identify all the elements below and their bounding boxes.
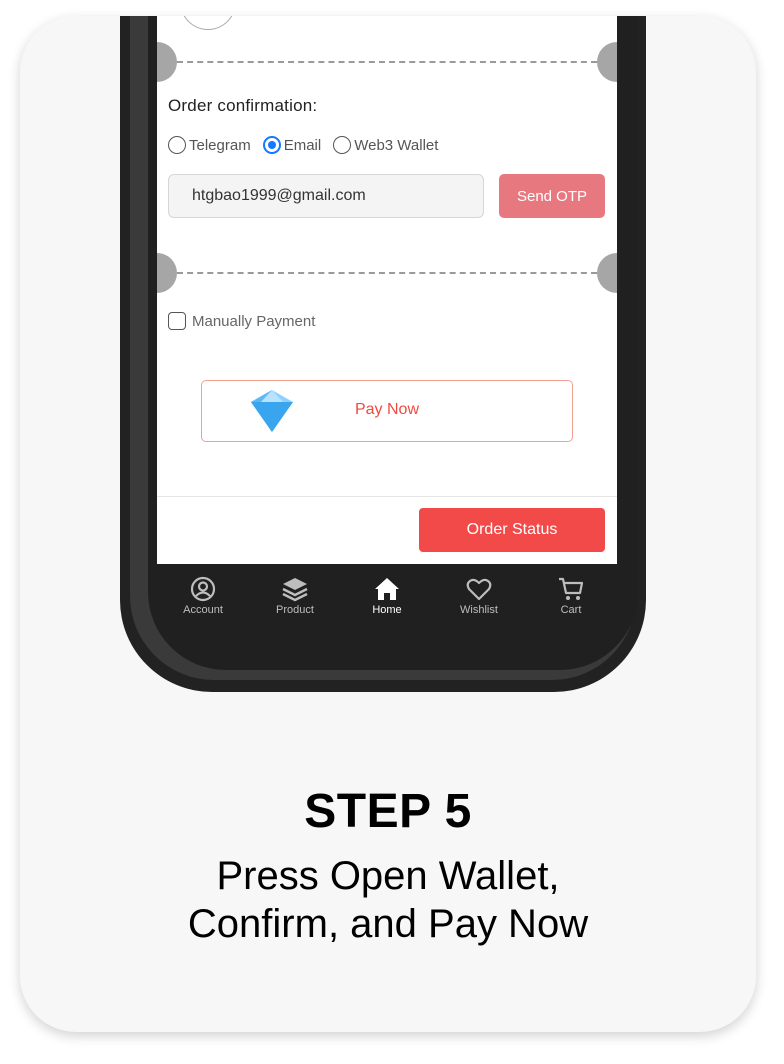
phone-screen: Order confirmation: Telegram Email Web3 … xyxy=(157,16,617,564)
cart-icon xyxy=(559,577,584,600)
nav-item-product[interactable]: Product xyxy=(249,564,341,626)
radio-button[interactable] xyxy=(168,136,186,154)
home-icon xyxy=(375,578,399,600)
layers-icon xyxy=(282,578,308,602)
footer-divider xyxy=(157,496,617,497)
nav-item-cart[interactable]: Cart xyxy=(525,564,617,626)
account-icon xyxy=(190,576,216,602)
radio-email[interactable]: Email xyxy=(262,136,321,154)
radio-button-selected[interactable] xyxy=(262,136,281,154)
nav-item-account[interactable]: Account xyxy=(157,564,249,626)
order-confirmation-title: Order confirmation: xyxy=(168,96,318,115)
manual-payment-option[interactable]: Manually Payment xyxy=(168,312,315,330)
email-field[interactable] xyxy=(168,174,484,218)
pay-now-button[interactable]: Pay Now xyxy=(201,380,573,442)
ticket-divider xyxy=(157,253,617,293)
step-description-line: Press Open Wallet, xyxy=(216,854,560,898)
pay-now-label: Pay Now xyxy=(354,401,420,418)
bottom-navigation: Account Product Home Wishlist Cart xyxy=(157,564,617,626)
radio-web3-wallet[interactable]: Web3 Wallet xyxy=(333,136,438,154)
confirmation-method-radios: Telegram Email Web3 Wallet xyxy=(168,136,450,154)
step-description-line: Confirm, and Pay Now xyxy=(187,902,589,946)
send-otp-button[interactable]: Send OTP xyxy=(499,174,605,218)
top-circle-button[interactable] xyxy=(180,16,236,30)
radio-telegram[interactable]: Telegram xyxy=(168,136,251,154)
step-title: STEP 5 xyxy=(304,785,472,838)
step-description: Press Open Wallet, Confirm, and Pay Now xyxy=(20,852,756,948)
ticket-divider xyxy=(157,42,617,82)
nav-item-wishlist[interactable]: Wishlist xyxy=(433,564,525,626)
step-card: Order confirmation: Telegram Email Web3 … xyxy=(20,16,756,1032)
order-status-button[interactable]: Order Status xyxy=(419,508,605,552)
manual-payment-checkbox[interactable] xyxy=(168,312,186,330)
radio-button[interactable] xyxy=(333,136,352,154)
nav-item-home[interactable]: Home xyxy=(341,564,433,626)
heart-icon xyxy=(466,578,492,601)
